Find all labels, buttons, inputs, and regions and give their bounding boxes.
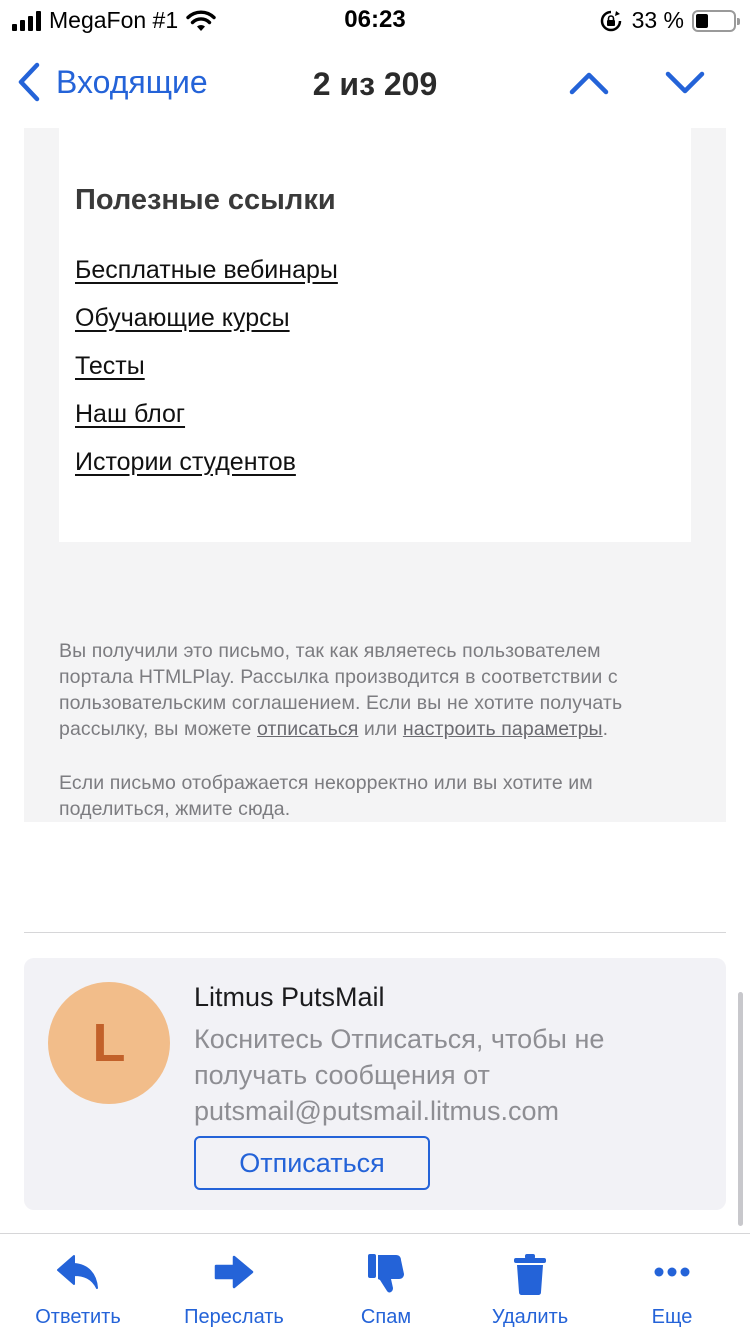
status-bar: MegaFon #1 06:23 33 % [0, 0, 750, 42]
reply-button[interactable]: Ответить [3, 1234, 153, 1335]
unsubscribe-banner: L Litmus PutsMail Коснитесь Отписаться, … [24, 958, 726, 1210]
divider [24, 932, 726, 933]
sender-name: Litmus PutsMail [194, 982, 385, 1012]
reply-icon [57, 1255, 98, 1289]
link-blog[interactable]: Наш блог [75, 400, 185, 429]
battery-icon [692, 9, 740, 32]
status-right: 33 % [600, 7, 740, 34]
link-courses[interactable]: Обучающие курсы [75, 304, 290, 333]
footer-notice: Вы получили это письмо, так как являетес… [59, 640, 623, 740]
unsubscribe-button[interactable]: Отписаться [194, 1136, 430, 1190]
thumbs-down-icon [368, 1254, 404, 1293]
delete-label: Удалить [491, 1306, 569, 1328]
footer-unsubscribe-link[interactable]: отписаться [257, 718, 358, 740]
bottom-toolbar: Ответить Переслать Спам Удалить Еще [0, 1233, 750, 1335]
link-tests[interactable]: Тесты [75, 352, 145, 381]
forward-button[interactable]: Переслать [159, 1234, 309, 1335]
more-label: Еще [651, 1306, 693, 1328]
rotation-lock-icon [600, 10, 621, 31]
useful-links-title: Полезные ссылки [75, 184, 336, 216]
spam-label: Спам [360, 1306, 412, 1328]
chevron-up-icon [569, 72, 609, 95]
next-message-button[interactable] [662, 68, 708, 103]
battery-fill [696, 13, 708, 28]
link-student-stories[interactable]: Истории студентов [75, 448, 296, 477]
forward-label: Переслать [184, 1306, 284, 1328]
spam-button[interactable]: Спам [311, 1234, 461, 1335]
useful-links-card: Полезные ссылки Бесплатные вебинары Обуч… [59, 128, 691, 542]
footer-settings-link[interactable]: настроить параметры [403, 718, 603, 740]
previous-message-button[interactable] [566, 68, 612, 103]
email-body: Полезные ссылки Бесплатные вебинары Обуч… [24, 128, 726, 822]
avatar: L [48, 982, 170, 1104]
scrollbar[interactable] [738, 992, 743, 1226]
link-webinars[interactable]: Бесплатные вебинары [75, 256, 338, 285]
trash-icon [514, 1254, 546, 1295]
forward-arrow-icon [214, 1255, 254, 1289]
footer-share-notice[interactable]: Если письмо отображается некорректно или… [59, 770, 699, 822]
delete-button[interactable]: Удалить [455, 1234, 605, 1335]
nav-bar: Входящие 2 из 209 [0, 50, 750, 120]
battery-percent: 33 % [631, 7, 684, 33]
avatar-letter: L [92, 1013, 126, 1073]
unsubscribe-message: Коснитесь Отписаться, чтобы не получать … [194, 1024, 605, 1126]
more-dots-icon [654, 1267, 690, 1277]
reply-label: Ответить [35, 1306, 121, 1328]
chevron-down-icon [665, 71, 705, 94]
message-position-title: 2 из 209 [312, 66, 438, 102]
more-button[interactable]: Еще [597, 1234, 747, 1335]
